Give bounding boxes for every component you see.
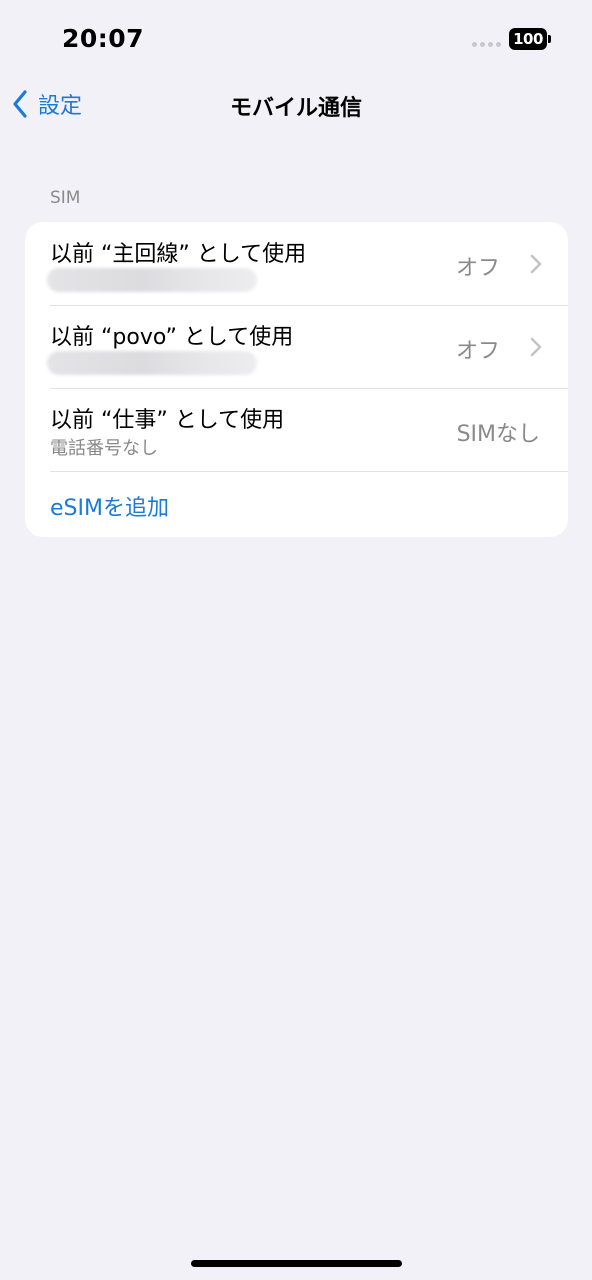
sim-row-povo[interactable]: 以前 “povo” として使用 オフ bbox=[25, 305, 568, 388]
battery-icon: 100 bbox=[509, 28, 547, 50]
sim-row-main-line[interactable]: 以前 “主回線” として使用 オフ bbox=[25, 222, 568, 305]
sim-list: 以前 “主回線” として使用 オフ 以前 “povo” として使用 オフ 以前 … bbox=[25, 222, 568, 537]
add-esim-button[interactable]: eSIMを追加 bbox=[50, 490, 169, 522]
signal-icon bbox=[472, 42, 501, 47]
blurred-phone-number bbox=[47, 268, 257, 292]
section-header-sim: SIM bbox=[50, 188, 81, 208]
sim-row-value: SIMなし bbox=[456, 422, 540, 447]
sim-row-title: 以前 “povo” として使用 bbox=[50, 325, 294, 350]
sim-row-title: 以前 “主回線” として使用 bbox=[50, 242, 307, 267]
sim-row-subtitle: 電話番号なし bbox=[50, 438, 158, 459]
sim-row-value: オフ bbox=[455, 339, 500, 364]
sim-row-value: オフ bbox=[455, 256, 500, 281]
chevron-right-icon bbox=[530, 337, 542, 357]
home-indicator[interactable] bbox=[191, 1260, 402, 1267]
battery-tip bbox=[548, 35, 551, 43]
blurred-phone-number bbox=[47, 351, 257, 375]
nav-bar: 設定 モバイル通信 bbox=[0, 80, 592, 132]
chevron-right-icon bbox=[530, 254, 542, 274]
add-esim-row[interactable]: eSIMを追加 bbox=[25, 471, 568, 537]
status-bar: 20:07 100 bbox=[0, 0, 592, 80]
status-time: 20:07 bbox=[62, 24, 145, 53]
page-title: モバイル通信 bbox=[229, 96, 362, 121]
sim-row-title: 以前 “仕事” として使用 bbox=[50, 408, 285, 433]
sim-row-work: 以前 “仕事” として使用 電話番号なし SIMなし bbox=[25, 388, 568, 471]
